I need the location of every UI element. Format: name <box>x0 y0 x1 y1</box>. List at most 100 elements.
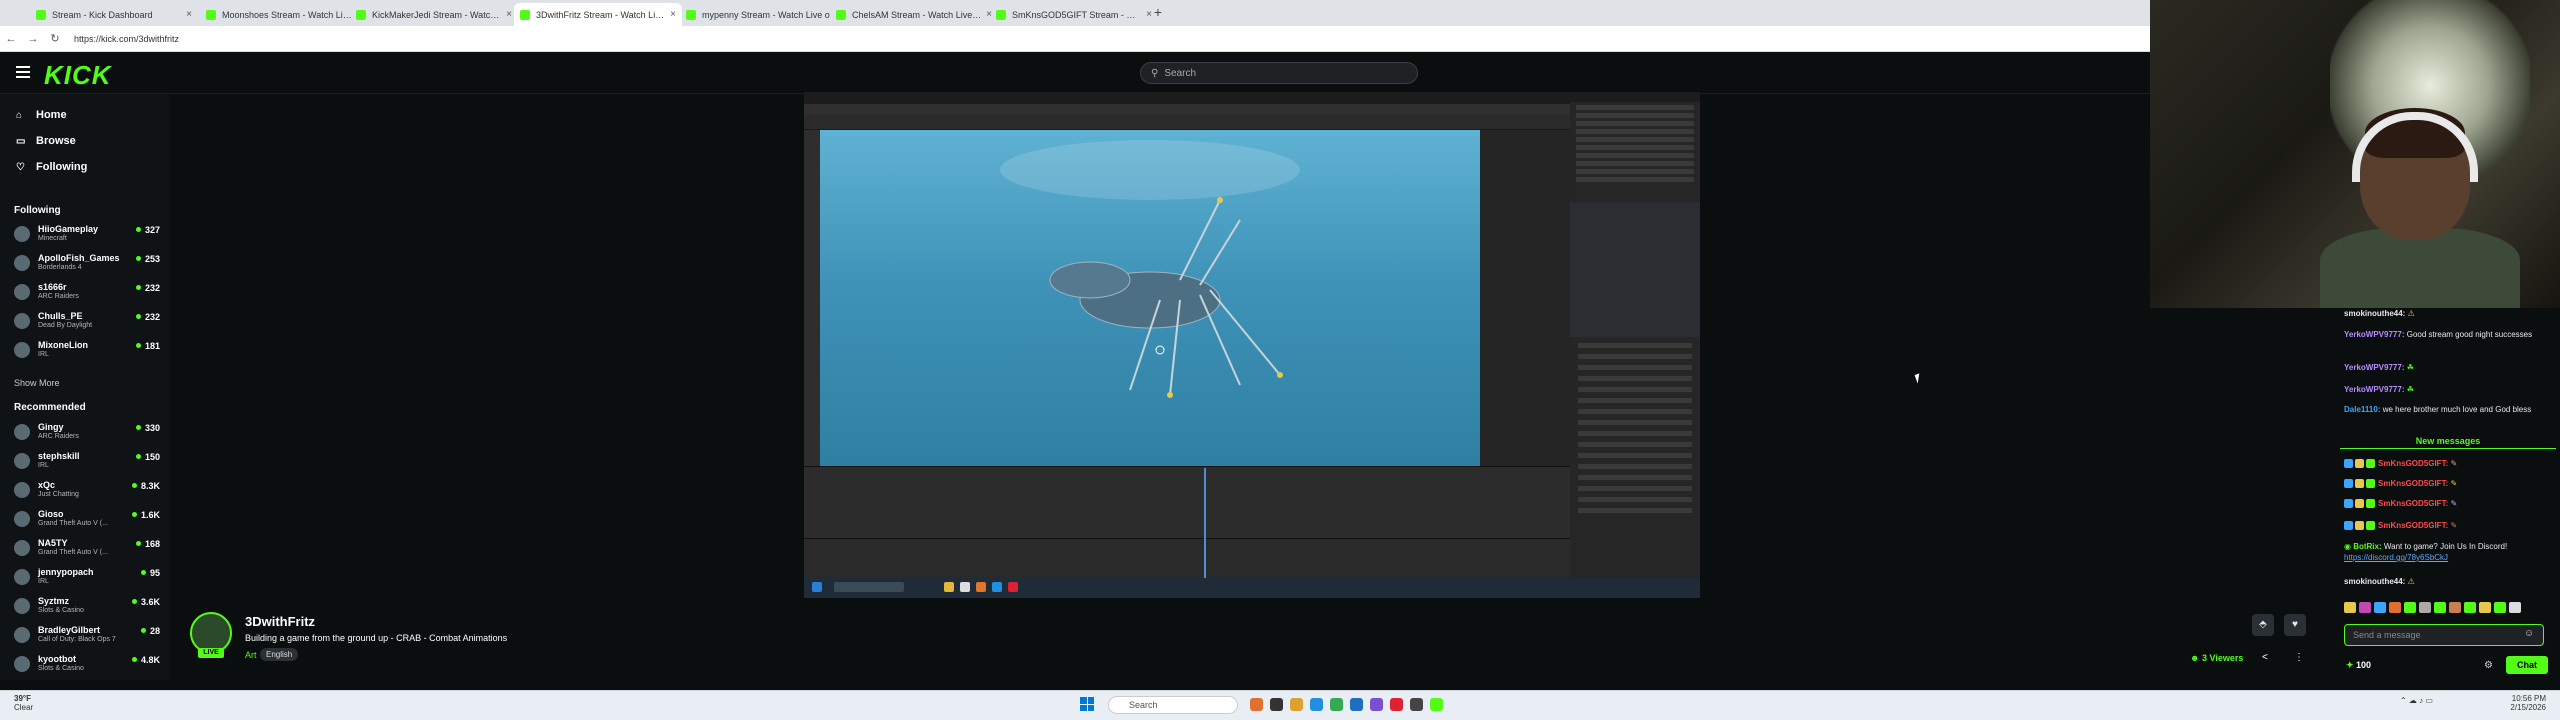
sidebar-channel[interactable]: jennypopach IRL 95 <box>14 565 164 591</box>
sidebar-channel[interactable]: xQc Just Chatting 8.3K <box>14 478 164 504</box>
more-options-icon[interactable]: ⋮ <box>2294 652 2304 663</box>
browser-tab[interactable]: mypenny Stream - Watch Live o× <box>680 3 848 26</box>
share-icon[interactable]: < <box>2262 652 2268 663</box>
favorite-button[interactable]: ♥ <box>2284 614 2306 636</box>
avatar <box>14 511 30 527</box>
close-icon[interactable]: × <box>670 9 676 20</box>
emote-icon[interactable] <box>2404 602 2416 613</box>
emote-bar <box>2344 602 2558 614</box>
blender-icon <box>976 582 986 592</box>
discord-link[interactable]: https://discord.gg/78y6SbCkJ <box>2344 553 2448 562</box>
address-bar[interactable]: ← → ↻ https://kick.com/3dwithfritz <box>0 26 2150 52</box>
new-tab-button[interactable]: + <box>1150 4 1166 20</box>
emote-icon[interactable] <box>2374 602 2386 613</box>
taskbar-app-icon[interactable] <box>1370 698 1383 711</box>
taskbar-app-icon[interactable] <box>1390 698 1403 711</box>
system-tray[interactable]: ⌃ ☁ ♪ ▭ <box>2400 696 2433 705</box>
emote-icon[interactable] <box>2389 602 2401 613</box>
emote-icon[interactable] <box>2509 602 2521 613</box>
category-link[interactable]: Art <box>245 650 257 660</box>
sidebar-channel[interactable]: stephskill IRL 150 <box>14 449 164 475</box>
avatar <box>14 569 30 585</box>
sidebar-channel[interactable]: Syztmz Slots & Casino 3.6K <box>14 594 164 620</box>
streamer-name[interactable]: 3DwithFritz <box>245 614 315 629</box>
new-messages-line <box>2340 448 2556 449</box>
video-player[interactable] <box>804 92 1700 598</box>
badge-icon <box>2355 479 2364 488</box>
taskbar-app-icon[interactable] <box>1350 698 1363 711</box>
new-messages-divider[interactable]: New messages <box>2336 436 2560 448</box>
taskbar-app-icon[interactable] <box>1290 698 1303 711</box>
follow-button[interactable]: ⬘ <box>2252 614 2274 636</box>
browser-tab-strip: Stream - Kick Dashboard × Moonshoes Strea… <box>0 0 2150 26</box>
taskbar-app-icon[interactable] <box>1410 698 1423 711</box>
browser-tab[interactable]: ChelsAM Stream - Watch Live on K × <box>830 3 998 26</box>
taskbar-app-icon[interactable] <box>1310 698 1323 711</box>
chat-message: SmKnsGOD5GIFT: ✎ <box>2378 479 2458 488</box>
sidebar-channel[interactable]: s1666r ARC Raiders 232 <box>14 280 164 306</box>
channel-points[interactable]: ✦ 100 <box>2346 660 2371 671</box>
sidebar-channel[interactable]: Chulls_PE Dead By Daylight 232 <box>14 309 164 335</box>
nav-browse[interactable]: ▭ Browse <box>16 135 76 147</box>
browser-tab-active[interactable]: 3DwithFritz Stream - Watch Live o × <box>514 3 682 26</box>
kick-icon[interactable] <box>1430 698 1443 711</box>
emoji-picker-icon[interactable]: ☺ <box>2524 628 2534 639</box>
reload-icon[interactable]: ↻ <box>44 32 66 45</box>
browser-tab[interactable]: Stream - Kick Dashboard × <box>30 3 198 26</box>
back-icon[interactable]: ← <box>0 33 22 45</box>
nav-following[interactable]: ♡ Following <box>16 161 87 173</box>
sidebar-channel[interactable]: HiioGameplay Minecraft 327 <box>14 222 164 248</box>
forward-icon[interactable]: → <box>22 33 44 45</box>
sidebar-channel[interactable]: NA5TY Grand Theft Auto V (... 168 <box>14 536 164 562</box>
emote-icon[interactable] <box>2344 602 2356 613</box>
emote-icon[interactable] <box>2479 602 2491 613</box>
emote-icon[interactable] <box>2434 602 2446 613</box>
emote-icon[interactable] <box>2449 602 2461 613</box>
badge-icon <box>2366 499 2375 508</box>
kick-favicon-icon <box>996 9 1006 20</box>
avatar <box>14 284 30 300</box>
chat-message: ◉ BotRix: Want to game? Join Us In Disco… <box>2344 542 2508 562</box>
close-icon[interactable]: × <box>506 9 512 20</box>
kick-logo[interactable]: KICK <box>44 60 112 91</box>
sidebar-channel[interactable]: Gioso Grand Theft Auto V (... 1.6K <box>14 507 164 533</box>
heart-icon: ♥ <box>2292 619 2298 630</box>
sidebar-channel[interactable]: MixoneLion IRL 181 <box>14 338 164 364</box>
chat-send-button[interactable]: Chat <box>2506 656 2548 674</box>
emote-icon: ✎ <box>2450 479 2458 488</box>
emote-icon[interactable] <box>2494 602 2506 613</box>
browser-tab[interactable]: SmKnsGOD5GIFT Stream - Watch Li× <box>990 3 1158 26</box>
taskbar-search[interactable]: Search <box>1108 696 1238 714</box>
sidebar-channel[interactable]: ApolloFish_Games Borderlands 4 253 <box>14 251 164 277</box>
windows-start-icon[interactable] <box>1080 697 1094 711</box>
emote-icon: ⚠ <box>2407 577 2415 586</box>
chat-settings-icon[interactable]: ⚙ <box>2484 660 2493 671</box>
emote-icon[interactable] <box>2464 602 2476 613</box>
taskbar-clock[interactable]: 10:56 PM 2/15/2026 <box>2490 694 2546 712</box>
taskbar-app-icon[interactable] <box>1250 698 1263 711</box>
sidebar-channel[interactable]: Gingy ARC Raiders 330 <box>14 420 164 446</box>
emote-icon[interactable] <box>2419 602 2431 613</box>
chat-input[interactable]: Send a message <box>2344 624 2544 646</box>
search-input[interactable]: ⚲ Search <box>1140 62 1418 84</box>
close-icon[interactable]: × <box>186 9 192 20</box>
app-icon <box>1008 582 1018 592</box>
webcam-person-shirt <box>2320 228 2520 308</box>
weather-widget[interactable]: 39°F Clear <box>14 694 33 712</box>
browser-tab[interactable]: Moonshoes Stream - Watch Live o× <box>200 3 368 26</box>
bot-badge-icon: ◉ <box>2344 542 2354 551</box>
url-text[interactable]: https://kick.com/3dwithfritz <box>74 34 179 44</box>
chrome-icon[interactable] <box>1330 698 1343 711</box>
language-tag[interactable]: English <box>260 648 299 661</box>
nav-home[interactable]: ⌂ Home <box>16 109 67 121</box>
browser-tab[interactable]: KickMakerJedi Stream - Watch Li × <box>350 3 518 26</box>
hamburger-menu-icon[interactable] <box>16 66 30 78</box>
show-more-link[interactable]: Show More <box>14 378 60 388</box>
taskbar-app-icon[interactable] <box>1270 698 1283 711</box>
badge-icon <box>2344 521 2353 530</box>
emote-icon: ✎ <box>2450 521 2458 530</box>
emote-icon[interactable] <box>2359 602 2371 613</box>
sidebar-channel[interactable]: BradleyGilbert Call of Duty: Black Ops 72… <box>14 623 164 649</box>
emote-icon: ✎ <box>2450 499 2458 508</box>
sidebar-channel[interactable]: kyootbot Slots & Casino 4.8K <box>14 652 164 678</box>
